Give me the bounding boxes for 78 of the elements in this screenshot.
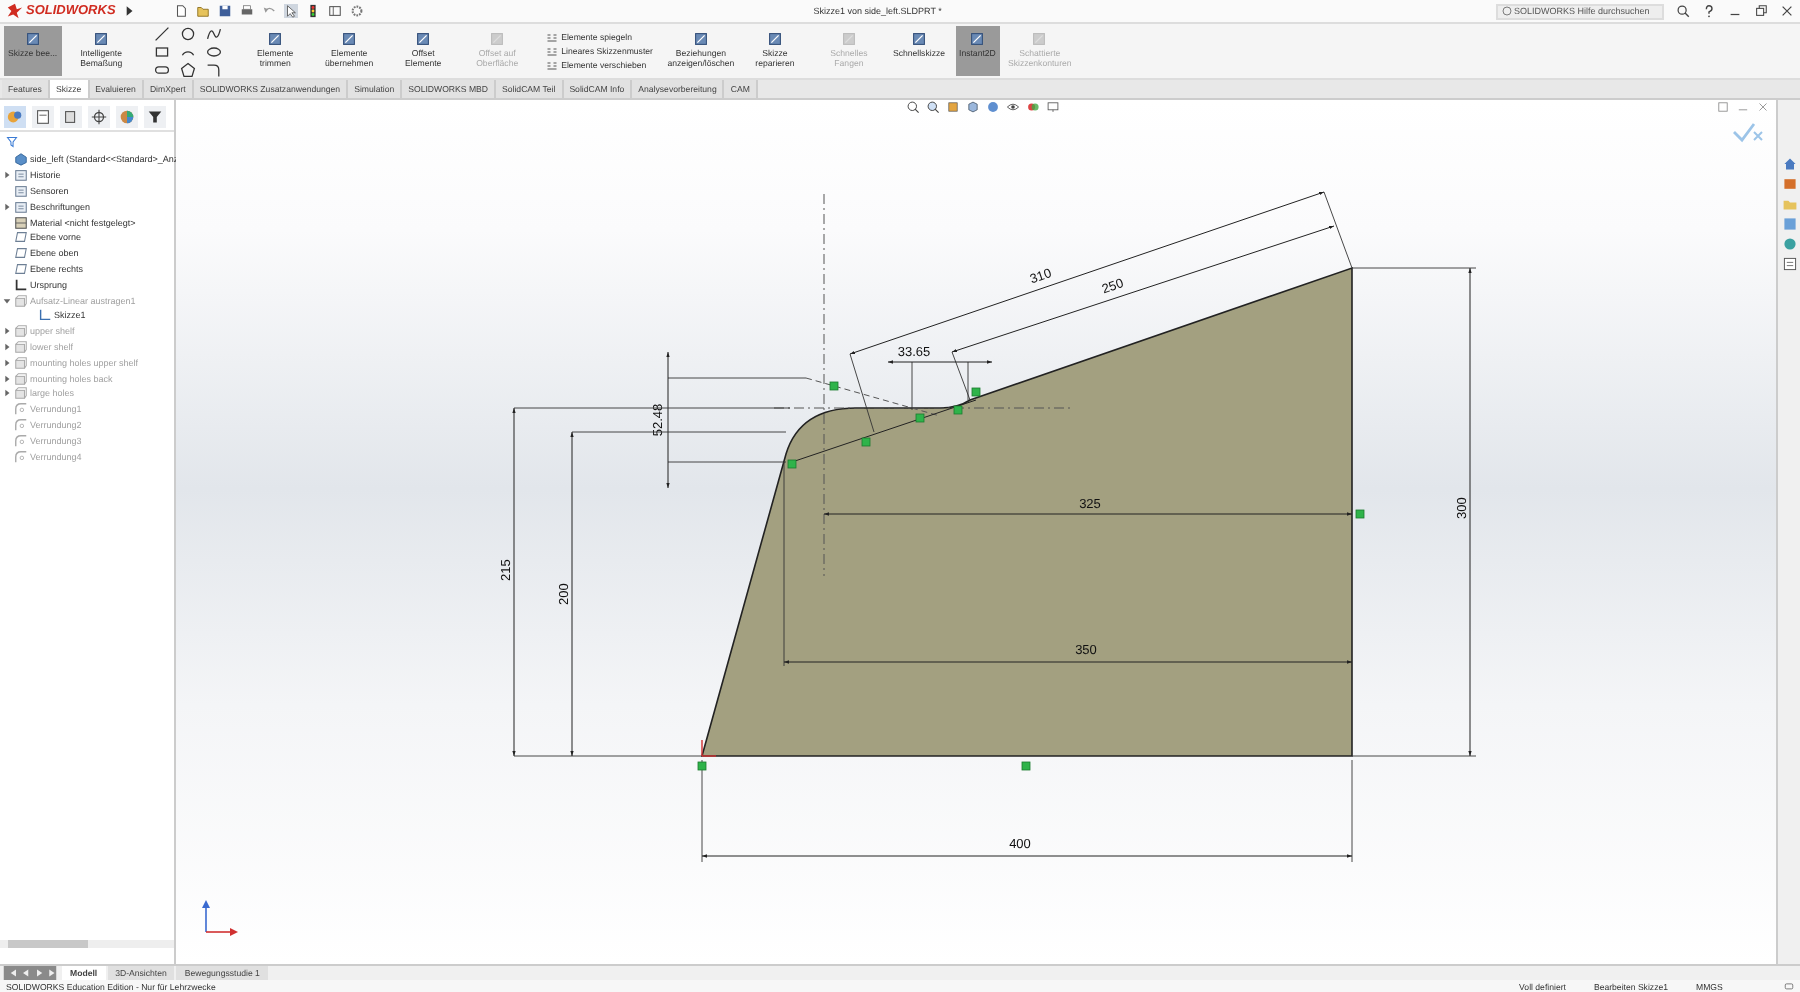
close-icon[interactable] xyxy=(1780,4,1794,18)
custom-properties-icon[interactable] xyxy=(1781,256,1797,272)
relation-marker[interactable] xyxy=(787,459,797,469)
section-view-icon[interactable] xyxy=(946,100,960,114)
ellipse-tool-icon[interactable] xyxy=(205,43,222,59)
funnel-icon[interactable] xyxy=(144,106,166,128)
relation-marker[interactable] xyxy=(971,387,981,397)
tool-icon xyxy=(909,30,928,48)
home-icon[interactable] xyxy=(1781,156,1797,172)
relation-marker[interactable] xyxy=(861,437,871,447)
navigation-arrows-icon[interactable] xyxy=(0,966,60,980)
configuration-icon[interactable] xyxy=(60,106,82,128)
question-mark-icon[interactable] xyxy=(1702,4,1716,18)
spline-tool-icon[interactable] xyxy=(205,25,222,41)
expand-arrow-icon[interactable] xyxy=(2,170,12,181)
help-icon xyxy=(1502,6,1512,16)
tool-icon xyxy=(23,30,42,48)
appearance-icon[interactable] xyxy=(1781,236,1797,252)
zoom-fit-icon[interactable] xyxy=(906,100,920,114)
relation-marker[interactable] xyxy=(915,413,925,423)
tool-icon xyxy=(691,30,710,48)
display-style-icon[interactable] xyxy=(986,100,1000,114)
origin-icon xyxy=(701,739,717,757)
feature-tree-icon[interactable] xyxy=(4,106,26,128)
tile-icon[interactable] xyxy=(1716,100,1730,114)
save-icon[interactable] xyxy=(217,4,232,18)
tool-icon xyxy=(92,30,111,48)
circle-tool-icon[interactable] xyxy=(179,25,196,41)
search-icon[interactable] xyxy=(1676,4,1690,18)
zoom-area-icon[interactable] xyxy=(926,100,940,114)
library-icon[interactable] xyxy=(1781,176,1797,192)
dimension-line[interactable] xyxy=(849,191,1353,433)
relation-marker[interactable] xyxy=(1021,761,1031,771)
monitor-icon[interactable] xyxy=(1046,100,1060,114)
gear-icon[interactable] xyxy=(349,4,364,18)
appearance-icon[interactable] xyxy=(1026,100,1040,114)
chat-icon[interactable] xyxy=(1784,981,1794,991)
expand-arrow-icon[interactable] xyxy=(2,201,12,212)
tool-icon xyxy=(968,30,987,48)
dimension-line[interactable] xyxy=(887,360,993,411)
options-icon[interactable] xyxy=(327,4,342,18)
relation-marker[interactable] xyxy=(953,405,963,415)
relation-marker[interactable] xyxy=(697,761,707,771)
tool-icon xyxy=(839,30,858,48)
relation-marker[interactable] xyxy=(1355,509,1365,519)
fillet-tool-icon[interactable] xyxy=(205,61,222,77)
dimension-line[interactable] xyxy=(951,225,1335,401)
restore-icon[interactable] xyxy=(1754,4,1768,18)
expand-arrow-icon[interactable] xyxy=(121,4,136,18)
tool-icon xyxy=(266,30,285,48)
axis-triad-icon xyxy=(202,900,238,936)
tool-icon xyxy=(414,30,433,48)
eye-icon[interactable] xyxy=(1006,100,1020,114)
material-icon xyxy=(14,215,28,230)
extrude-icon xyxy=(14,293,28,308)
filter-icon[interactable] xyxy=(6,136,18,148)
origin-icon xyxy=(14,277,28,292)
tool-icon xyxy=(488,30,507,48)
tool-icon xyxy=(1030,30,1049,48)
line-tool-icon[interactable] xyxy=(153,25,170,41)
list-icon[interactable] xyxy=(32,106,54,128)
view-palette-icon[interactable] xyxy=(1781,216,1797,232)
undo-icon[interactable] xyxy=(261,4,276,18)
relation-marker[interactable] xyxy=(829,381,839,391)
pointer-icon[interactable] xyxy=(283,4,298,18)
scrollbar[interactable] xyxy=(0,940,174,948)
rectangle-tool-icon[interactable] xyxy=(153,43,170,59)
part-icon xyxy=(14,152,28,167)
slot-tool-icon[interactable] xyxy=(153,61,170,77)
tool-icon xyxy=(340,30,359,48)
tool-icon xyxy=(765,30,784,48)
crosshair-icon[interactable] xyxy=(88,106,110,128)
polygon-tool-icon[interactable] xyxy=(179,61,196,77)
sketch-icon xyxy=(38,308,52,323)
folder-icon[interactable] xyxy=(195,4,210,18)
new-document-icon[interactable] xyxy=(173,4,188,18)
print-icon[interactable] xyxy=(239,4,254,18)
traffic-light-icon[interactable] xyxy=(305,4,320,18)
